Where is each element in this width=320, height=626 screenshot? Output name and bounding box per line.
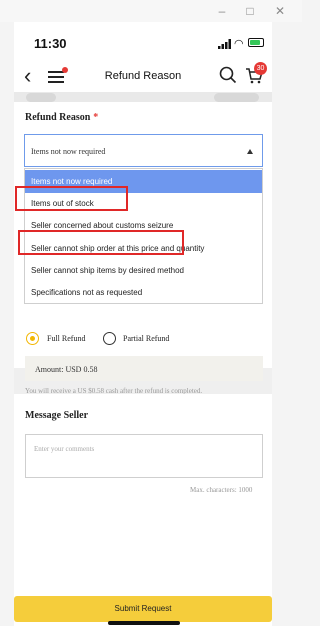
option-cannot-ship-method[interactable]: Seller cannot ship items by desired meth… [25, 259, 262, 282]
message-seller-label: Message Seller [25, 410, 89, 421]
partial-refund-radio[interactable] [103, 332, 116, 345]
amount-box: Amount: USD 0.58 [25, 356, 263, 381]
amount-text: Amount: USD 0.58 [35, 365, 98, 374]
window-titlebar: – □ ✕ [0, 0, 302, 22]
caret-up-icon [247, 149, 253, 154]
refund-reason-label: Refund Reason * [25, 112, 98, 123]
option-customs-seizure[interactable]: Seller concerned about customs seizure [25, 214, 262, 237]
max-characters-hint: Max. characters: 1000 [190, 486, 253, 494]
option-items-out-of-stock[interactable]: Items out of stock [25, 192, 262, 215]
required-mark: * [93, 112, 99, 123]
option-specifications[interactable]: Specifications not as requested [25, 281, 262, 304]
status-bar: 11:30 ◠ [14, 22, 272, 62]
submit-request-label: Submit Request [114, 604, 172, 613]
submit-request-button[interactable]: Submit Request [14, 596, 272, 622]
refund-reason-label-text: Refund Reason [25, 112, 91, 123]
message-placeholder: Enter your comments [34, 445, 95, 453]
background-header-strip [14, 92, 272, 102]
cart-count-badge: 30 [254, 62, 267, 75]
battery-icon [248, 38, 264, 47]
refund-reason-dropdown: Items not now required Items out of stoc… [24, 168, 263, 304]
close-button[interactable]: ✕ [272, 3, 288, 19]
option-items-not-now-required[interactable]: Items not now required [25, 170, 262, 193]
message-textarea[interactable]: Enter your comments [25, 434, 263, 478]
phone-screen: 11:30 ◠ ‹ Refund Reason 30 Refund Reason… [14, 22, 272, 626]
signal-icon [218, 39, 231, 49]
refund-reason-select[interactable]: Items not now required [24, 134, 263, 167]
partial-refund-label: Partial Refund [123, 334, 170, 343]
home-indicator [108, 621, 180, 625]
search-icon[interactable] [219, 66, 237, 84]
option-cannot-ship-price[interactable]: Seller cannot ship order at this price a… [25, 237, 262, 260]
wifi-icon: ◠ [234, 38, 244, 50]
full-refund-radio[interactable] [26, 332, 39, 345]
refund-type-group: Full Refund Partial Refund [26, 332, 266, 346]
navigation-bar: ‹ Refund Reason 30 [14, 62, 272, 92]
select-value: Items not now required [31, 147, 106, 156]
minimize-button[interactable]: – [214, 3, 230, 19]
refund-reason-card: Refund Reason * Items not now required It… [14, 102, 272, 395]
message-seller-card: Message Seller Enter your comments Max. … [14, 394, 272, 626]
status-time: 11:30 [34, 36, 67, 51]
maximize-button[interactable]: □ [242, 3, 258, 19]
full-refund-label: Full Refund [47, 334, 86, 343]
